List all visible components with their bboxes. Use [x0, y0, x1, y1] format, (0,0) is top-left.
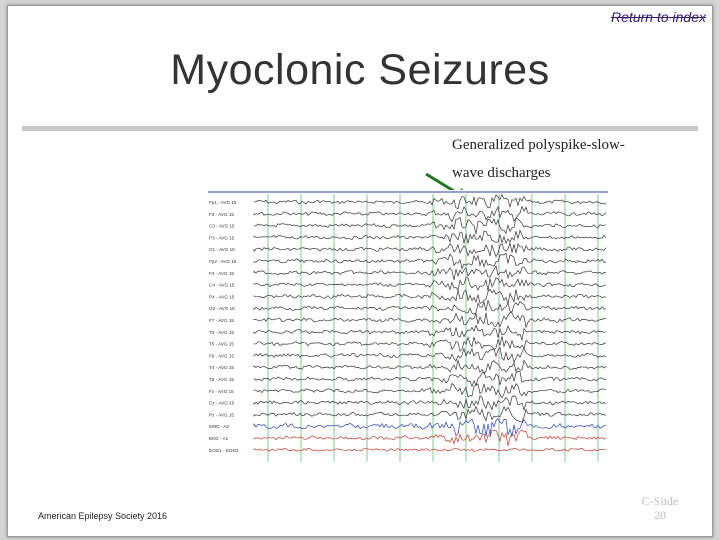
channel-label: F4 - AVG 15: [209, 271, 234, 276]
slide-number-label: C-Slide: [641, 494, 679, 508]
channel-label: P3 - AVG 15: [209, 235, 235, 240]
channel-label: F3 - AVG 15: [209, 212, 234, 217]
footer-credit: American Epilepsy Society 2016: [38, 511, 168, 521]
slide-number: C-Slide 20: [640, 494, 680, 522]
annotation-line-1: Generalized polyspike-slow-: [452, 137, 625, 153]
channel-label: P4 - AVG 15: [209, 294, 235, 299]
channel-label: EKG - A1: [209, 436, 229, 441]
channel-label: Fp2 - AVG 15: [209, 259, 237, 264]
channel-label: T3 - AVG 15: [209, 330, 234, 335]
page-title: Myoclonic Seizures: [170, 46, 550, 94]
channel-label: EMG - A2: [209, 424, 229, 429]
channel-label: C3 - AVG 15: [209, 224, 235, 229]
channel-label: Cz - AVG 15: [209, 401, 235, 406]
return-to-index-link[interactable]: Return to index: [611, 9, 706, 25]
channel-label: T5 - AVG 15: [209, 342, 234, 347]
channel-label: Pz - AVG 15: [209, 412, 234, 417]
channel-label: F7 - AVG 15: [209, 318, 234, 323]
channel-label: O1 - AVG 15: [209, 247, 235, 252]
channel-label: F8 - AVG 15: [209, 353, 234, 358]
channel-label: O2 - AVG 15: [209, 306, 235, 311]
channel-label: C4 - AVG 15: [209, 283, 235, 288]
channel-label: T4 - AVG 15: [209, 365, 234, 370]
channel-label: Fz - AVG 15: [209, 389, 234, 394]
channel-label: T6 - AVG 15: [209, 377, 234, 382]
eeg-recording-image: Fp1 - AVG 15 F3 - AVG 15 C3 - AVG 15 P3 - A…: [208, 190, 610, 470]
title-divider: [22, 126, 698, 131]
slide-number-value: 20: [654, 508, 666, 522]
channel-label: EOG1 - EOG2: [209, 448, 239, 453]
channel-label: Fp1 - AVG 15: [209, 200, 237, 205]
